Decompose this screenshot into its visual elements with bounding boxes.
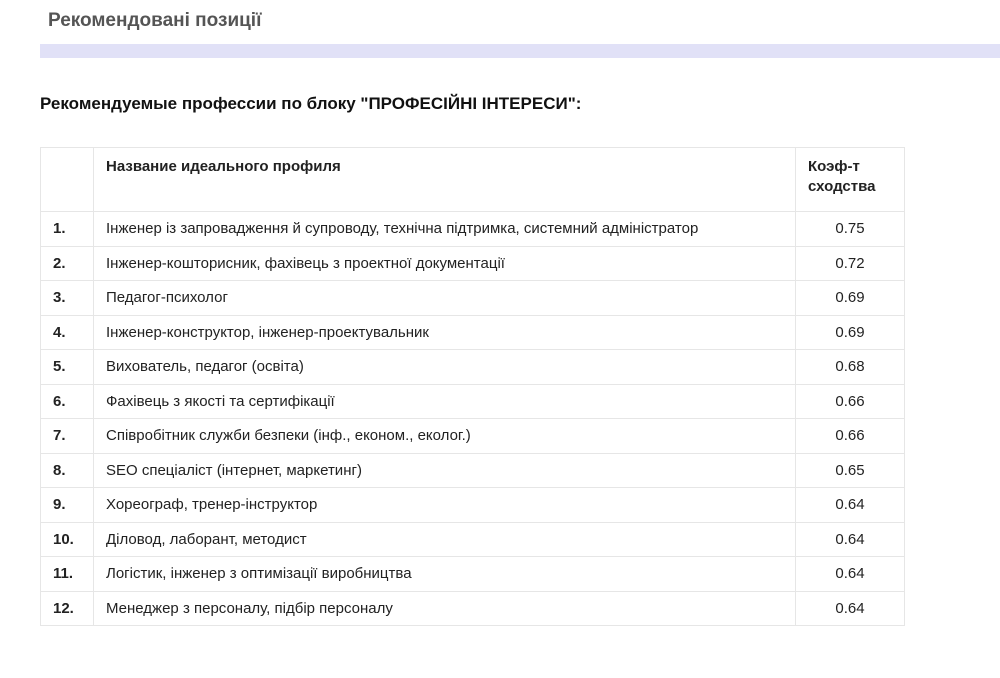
similarity-score: 0.66 [795, 383, 905, 419]
header-profile-name: Название идеального профиля [93, 147, 796, 212]
similarity-score: 0.64 [795, 590, 905, 626]
row-number: 6. [40, 383, 94, 419]
table-row: 9. Хореограф, тренер-інструктор 0.64 [40, 487, 905, 523]
similarity-score: 0.66 [795, 418, 905, 454]
profile-name: Логістик, інженер з оптимізації виробниц… [93, 556, 796, 592]
row-number: 2. [40, 245, 94, 281]
similarity-score: 0.72 [795, 245, 905, 281]
row-number: 10. [40, 521, 94, 557]
similarity-score: 0.75 [795, 211, 905, 247]
page-title: Рекомендовані позиції [48, 10, 262, 31]
table-row: 2. Інженер-кошторисник, фахівець з проект… [40, 245, 905, 281]
header-number [40, 147, 94, 212]
row-number: 3. [40, 280, 94, 316]
row-number: 4. [40, 314, 94, 350]
section-divider-bar [40, 44, 1000, 58]
row-number: 11. [40, 556, 94, 592]
similarity-score: 0.64 [795, 521, 905, 557]
profile-name: Діловод, лаборант, методист [93, 521, 796, 557]
similarity-score: 0.69 [795, 280, 905, 316]
table-row: 7. Співробітник служби безпеки (інф., еко… [40, 418, 905, 454]
similarity-score: 0.65 [795, 452, 905, 488]
similarity-score: 0.68 [795, 349, 905, 385]
table-row: 12. Менеджер з персоналу, підбір персонал… [40, 590, 905, 626]
recommended-professions-table: Название идеального профиля Коэф-т сходс… [40, 147, 905, 626]
section-title: Рекомендуемые профессии по блоку "ПРОФЕС… [40, 94, 582, 113]
similarity-score: 0.64 [795, 556, 905, 592]
profile-name: Співробітник служби безпеки (інф., еконо… [93, 418, 796, 454]
table-row: 1. Інженер із запровадження й супроводу, … [40, 211, 905, 247]
profile-name: SEO спеціаліст (інтернет, маркетинг) [93, 452, 796, 488]
profile-name: Інженер-конструктор, інженер-проектуваль… [93, 314, 796, 350]
similarity-score: 0.64 [795, 487, 905, 523]
profile-name: Вихователь, педагог (освіта) [93, 349, 796, 385]
table-row: 3. Педагог-психолог 0.69 [40, 280, 905, 316]
table-row: 10. Діловод, лаборант, методист 0.64 [40, 521, 905, 557]
header-similarity: Коэф-т сходства [795, 147, 905, 212]
similarity-score: 0.69 [795, 314, 905, 350]
profile-name: Інженер-кошторисник, фахівець з проектно… [93, 245, 796, 281]
row-number: 1. [40, 211, 94, 247]
table-row: 4. Інженер-конструктор, інженер-проектува… [40, 314, 905, 350]
profile-name: Менеджер з персоналу, підбір персоналу [93, 590, 796, 626]
profile-name: Хореограф, тренер-інструктор [93, 487, 796, 523]
table-row: 11. Логістик, інженер з оптимізації вироб… [40, 556, 905, 592]
table-row: 6. Фахівець з якості та сертифікації 0.66 [40, 383, 905, 419]
row-number: 12. [40, 590, 94, 626]
table-row: 5. Вихователь, педагог (освіта) 0.68 [40, 349, 905, 385]
profile-name: Педагог-психолог [93, 280, 796, 316]
row-number: 5. [40, 349, 94, 385]
profile-name: Інженер із запровадження й супроводу, те… [93, 211, 796, 247]
profile-name: Фахівець з якості та сертифікації [93, 383, 796, 419]
table-row: 8. SEO спеціаліст (інтернет, маркетинг) 0.… [40, 452, 905, 488]
row-number: 7. [40, 418, 94, 454]
row-number: 9. [40, 487, 94, 523]
row-number: 8. [40, 452, 94, 488]
table-header-row: Название идеального профиля Коэф-т сходс… [40, 147, 905, 212]
